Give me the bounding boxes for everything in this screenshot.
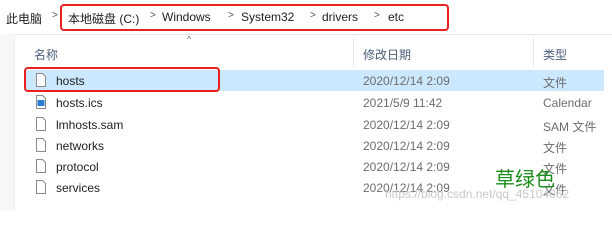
watermark: https://blog.csdn.net/qq_45104062 (385, 187, 570, 201)
file-name: protocol (56, 160, 99, 174)
sort-ascending-icon: ^ (187, 34, 192, 44)
file-name: services (56, 181, 101, 195)
file-row-hosts-ics[interactable]: hosts.ics 2021/5/9 11:42 Calendar (24, 92, 604, 113)
file-name: hosts.ics (56, 96, 103, 110)
hosts-highlight-box (24, 67, 220, 92)
path-highlight-box (60, 4, 449, 31)
file-type: 文件 (543, 141, 568, 155)
column-divider[interactable] (533, 38, 534, 66)
file-name: lmhosts.sam (56, 118, 124, 132)
file-date: 2020/12/14 2:09 (363, 139, 450, 153)
column-header-row: 名称 修改日期 类型 (0, 34, 612, 68)
file-name: networks (56, 139, 105, 153)
breadcrumb-root[interactable]: 此电脑 (6, 10, 42, 27)
column-header-type[interactable]: 类型 (543, 46, 567, 63)
breadcrumb-separator-icon[interactable]: > (52, 10, 58, 21)
file-type: SAM 文件 (543, 120, 597, 134)
file-icon (36, 117, 46, 131)
file-date: 2021/5/9 11:42 (363, 96, 443, 110)
column-header-date-modified[interactable]: 修改日期 (363, 46, 411, 63)
address-bar[interactable]: 此电脑 > 本地磁盘 (C:) > Windows > System32 > d… (0, 0, 612, 35)
file-icon (36, 159, 46, 173)
file-type: Calendar (543, 96, 592, 110)
file-row-networks[interactable]: networks 2020/12/14 2:09 文件 (24, 135, 604, 156)
file-icon (36, 138, 46, 152)
column-divider[interactable] (353, 38, 354, 66)
file-icon (36, 180, 46, 194)
column-header-name[interactable]: 名称 (34, 46, 58, 63)
file-row-lmhosts-sam[interactable]: lmhosts.sam 2020/12/14 2:09 SAM 文件 (24, 114, 604, 135)
file-date: 2020/12/14 2:09 (363, 160, 450, 174)
file-date: 2020/12/14 2:09 (363, 74, 450, 88)
calendar-file-icon (36, 95, 46, 109)
file-type: 文件 (543, 76, 568, 90)
file-date: 2020/12/14 2:09 (363, 118, 450, 132)
